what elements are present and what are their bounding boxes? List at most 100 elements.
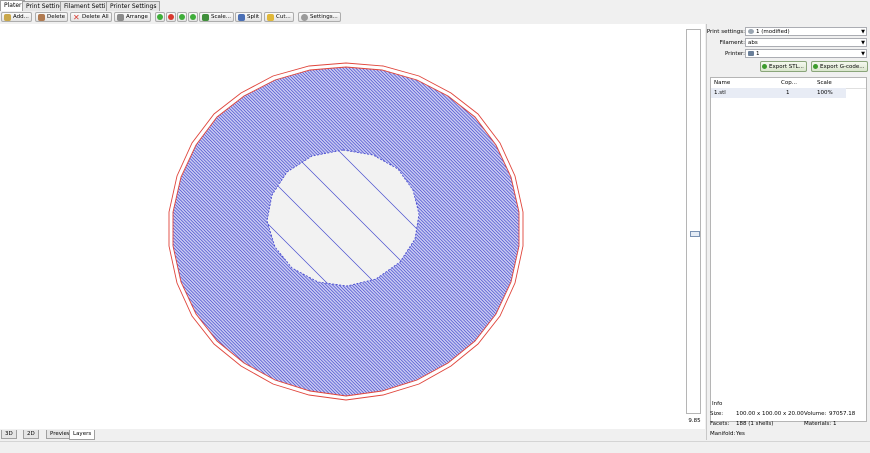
settings-button[interactable]: Settings... — [298, 12, 341, 22]
size-value: 100.00 x 100.00 x 20.00 — [736, 411, 804, 417]
manifold-label: Manifold: — [710, 431, 736, 437]
print-settings-label: Print settings: — [706, 29, 745, 35]
info-title: Info — [712, 401, 723, 407]
increase-icon — [157, 14, 163, 20]
arrange-button-label: Arrange — [126, 14, 148, 20]
infill-line — [510, 67, 519, 396]
infill-line — [543, 54, 684, 429]
delete-all-button-label: Delete All — [82, 14, 109, 20]
scale-button[interactable]: Scale... — [199, 12, 235, 22]
infill-line — [546, 54, 684, 429]
right-panel: Print settings: 1 (modified) ▼ Filament:… — [706, 24, 870, 440]
cut-button[interactable]: Cut... — [264, 12, 294, 22]
object-copies: 1 — [786, 90, 790, 96]
infill-line — [569, 54, 684, 429]
decrease-icon — [168, 14, 174, 20]
delete-icon — [38, 14, 45, 21]
infill-line — [494, 67, 519, 396]
layer-height-value: 9.85 — [688, 418, 701, 424]
filament-row: Filament: abs ▼ — [707, 38, 870, 48]
add-button-label: Add... — [13, 14, 29, 20]
infill-line — [578, 54, 684, 429]
status-bar — [0, 441, 870, 453]
scale-icon — [202, 14, 209, 21]
facets-label: Facets: — [710, 421, 730, 427]
infill-line — [566, 54, 684, 429]
filament-select[interactable]: abs ▼ — [745, 38, 867, 47]
printer-row: Printer: 1 ▼ — [707, 49, 870, 59]
tab-layers[interactable]: Layers — [69, 430, 96, 440]
plater-toolbar: Add... Delete ✕ Delete All Arrange Scale… — [0, 11, 870, 23]
infill-line — [527, 54, 684, 429]
object-name: 1.stl — [714, 90, 726, 96]
settings-button-label: Settings... — [310, 14, 338, 20]
increase-button[interactable] — [155, 12, 165, 22]
infill-line — [530, 54, 684, 429]
filament-label: Filament: — [719, 40, 745, 46]
add-icon — [4, 14, 11, 21]
chevron-down-icon: ▼ — [861, 40, 865, 46]
arrange-icon — [117, 14, 124, 21]
print-settings-row: Print settings: 1 (modified) ▼ — [707, 27, 870, 37]
rotate-left-button[interactable] — [177, 12, 187, 22]
printer-icon — [748, 51, 754, 56]
infill-line — [562, 54, 684, 429]
export-gcode-icon — [813, 64, 818, 69]
add-button[interactable]: Add... — [1, 12, 32, 22]
filament-value: abs — [748, 40, 758, 46]
printer-select[interactable]: 1 ▼ — [745, 49, 867, 58]
infill-line — [550, 54, 684, 429]
materials-value: 1 — [833, 421, 837, 427]
view-tab-bar: 3D 2D Preview Layers — [0, 430, 700, 440]
arrange-button[interactable]: Arrange — [114, 12, 151, 22]
infill-line — [498, 67, 519, 396]
tab-printer-settings[interactable]: Printer Settings — [106, 1, 161, 11]
tab-3d[interactable]: 3D — [1, 430, 17, 439]
info-section: Info Size: 100.00 x 100.00 x 20.00 Volum… — [710, 401, 867, 441]
column-scale[interactable]: Scale — [817, 78, 832, 88]
print-settings-value: 1 (modified) — [756, 29, 790, 35]
infill-line — [501, 67, 519, 396]
infill-line — [514, 67, 519, 396]
rotate-left-icon — [179, 14, 185, 20]
split-button-label: Split — [247, 14, 260, 20]
layer-slider-handle[interactable] — [690, 231, 700, 237]
infill-line — [553, 54, 684, 429]
preset-icon — [748, 29, 754, 34]
layer-slider-panel: 9.85 — [684, 24, 705, 429]
printer-label: Printer: — [724, 51, 745, 57]
infill-line — [504, 67, 519, 396]
print-settings-select[interactable]: 1 (modified) ▼ — [745, 27, 867, 36]
table-row[interactable]: 1.stl 1 100% — [711, 88, 846, 98]
export-stl-button[interactable]: Export STL... — [760, 61, 807, 72]
chevron-down-icon: ▼ — [861, 29, 865, 35]
volume-value: 97057.18 — [829, 411, 856, 417]
infill-line — [575, 54, 684, 429]
decrease-button[interactable] — [166, 12, 176, 22]
layer-preview-canvas[interactable] — [0, 24, 684, 429]
layer-slider[interactable] — [686, 29, 701, 414]
tab-2d[interactable]: 2D — [23, 430, 39, 439]
infill-line — [537, 54, 684, 429]
printer-value: 1 — [756, 51, 760, 57]
infill-line — [556, 54, 684, 429]
split-button[interactable]: Split — [235, 12, 263, 22]
infill-line — [559, 54, 684, 429]
chevron-down-icon: ▼ — [861, 51, 865, 57]
split-icon — [238, 14, 245, 21]
export-stl-label: Export STL... — [769, 64, 804, 70]
gear-icon — [301, 14, 308, 21]
column-copies[interactable]: Cop... — [781, 78, 797, 88]
export-gcode-button[interactable]: Export G-code... — [811, 61, 868, 72]
object-list[interactable]: Name Cop... Scale 1.stl 1 100% — [710, 77, 867, 422]
delete-button-label: Delete — [47, 14, 66, 20]
cut-icon — [267, 14, 274, 21]
size-label: Size: — [710, 411, 724, 417]
object-scale: 100% — [817, 90, 833, 96]
delete-all-button[interactable]: ✕ Delete All — [70, 12, 112, 22]
facets-value: 188 (1 shells) — [736, 421, 774, 427]
rotate-right-button[interactable] — [188, 12, 198, 22]
materials-label: Materials: — [804, 421, 832, 427]
column-name[interactable]: Name — [714, 78, 730, 88]
delete-button[interactable]: Delete — [35, 12, 69, 22]
